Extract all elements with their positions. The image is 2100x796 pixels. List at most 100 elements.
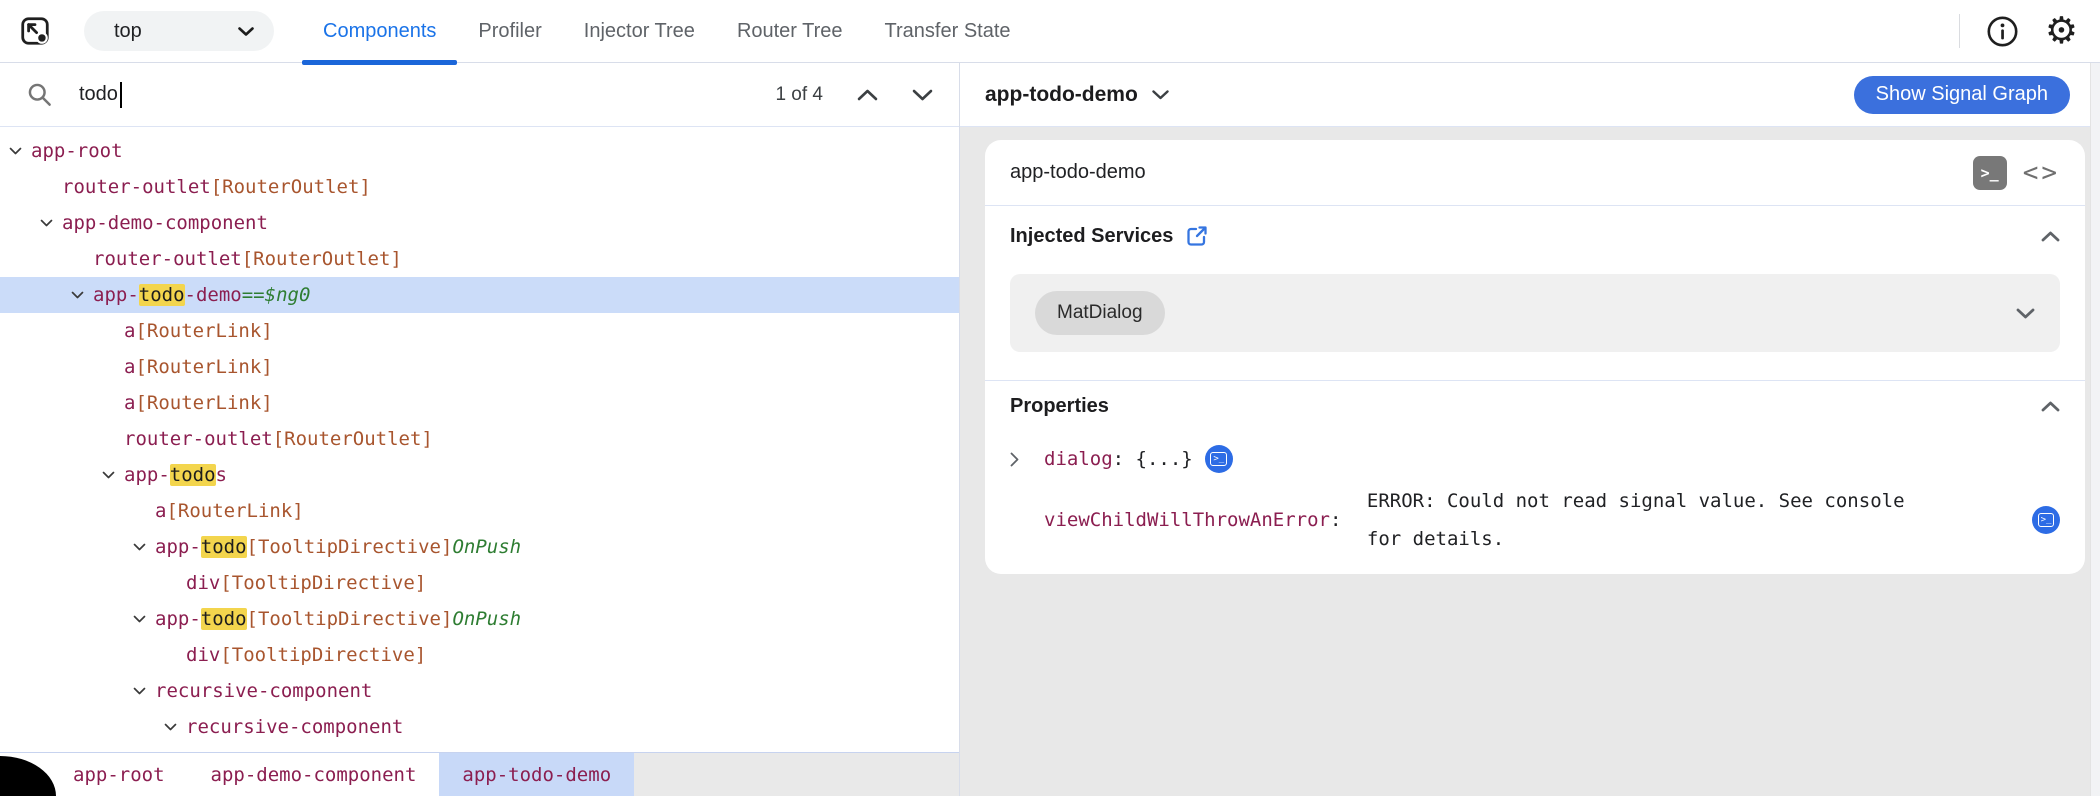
tree-node-label: router-outlet (62, 176, 211, 198)
inspect-icon (21, 17, 49, 45)
tree-node-label: $ng0 (264, 284, 311, 306)
property-colon: : (1329, 509, 1353, 531)
tree-node-label: s (215, 464, 227, 486)
breadcrumb-item[interactable]: app-demo-component (188, 753, 440, 796)
frame-selector-dropdown[interactable]: top (84, 11, 274, 51)
chevron-down-icon[interactable] (133, 543, 146, 551)
settings-button[interactable]: ⚙ (2045, 12, 2078, 49)
injected-services-heading: Injected Services (1010, 224, 1174, 247)
tree-toggle[interactable] (133, 687, 155, 695)
previous-result-button[interactable] (857, 89, 878, 101)
collapse-properties-button[interactable] (2041, 401, 2060, 412)
expand-service-button[interactable] (2016, 308, 2035, 319)
chevron-down-icon[interactable] (133, 615, 146, 623)
card-header-icons: >_ <> (1972, 155, 2060, 190)
tab-router-tree[interactable]: Router Tree (716, 0, 864, 62)
chevron-down-icon[interactable] (9, 147, 22, 155)
tree-row[interactable]: a [RouterLink] (0, 493, 959, 529)
chevron-down-icon (238, 26, 254, 36)
tree-toggle[interactable] (9, 147, 31, 155)
tab-transfer-state[interactable]: Transfer State (864, 0, 1032, 62)
text-caret (119, 81, 122, 108)
chevron-up-icon (857, 89, 878, 100)
log-to-console-button[interactable]: >_ (1972, 155, 2007, 190)
tree-row[interactable]: recursive-component (0, 673, 959, 709)
log-property-button[interactable]: >_ (2032, 506, 2060, 534)
tree-node-label: OnPush (452, 536, 522, 558)
inspect-element-button[interactable] (18, 14, 52, 48)
tree-node-label: todo (200, 536, 247, 558)
tree-node-label: router-outlet (124, 428, 273, 450)
search-input[interactable]: todo (79, 81, 122, 108)
tree-row[interactable]: a [RouterLink] (0, 313, 959, 349)
details-content: app-todo-demo >_ <> Injected Services Ma… (960, 127, 2100, 796)
property-colon: : (1112, 448, 1136, 470)
divider (1958, 14, 1960, 48)
tab-profiler[interactable]: Profiler (457, 0, 562, 62)
tree-row[interactable]: a [RouterLink] (0, 349, 959, 385)
search-result-count: 1 of 4 (775, 83, 823, 105)
chevron-down-icon[interactable] (40, 219, 53, 227)
next-result-button[interactable] (912, 89, 933, 101)
tree-node-label: a (124, 320, 136, 342)
tree-row[interactable]: recursive-component (0, 745, 959, 752)
tree-row[interactable]: recursive-component (0, 709, 959, 745)
tree-toggle[interactable] (40, 219, 62, 227)
tree-node-label: recursive-component (186, 716, 404, 738)
tree-row[interactable]: div [TooltipDirective] (0, 565, 959, 601)
selected-component-name: app-todo-demo (985, 82, 1138, 106)
log-property-button[interactable]: >_ (1204, 445, 1233, 473)
breadcrumb-item[interactable]: app-root (50, 753, 188, 796)
frame-selector-value: top (114, 19, 142, 42)
properties-heading: Properties (1010, 395, 1109, 417)
tree-row[interactable]: router-outlet [RouterOutlet] (0, 421, 959, 457)
selected-component-dropdown[interactable]: app-todo-demo (985, 83, 1169, 107)
property-name: dialog (1044, 448, 1113, 470)
scrollbar[interactable] (2090, 63, 2100, 796)
service-chip[interactable]: MatDialog (1035, 291, 1165, 335)
tree-toggle[interactable] (164, 723, 186, 731)
tree-node-label: app- (155, 608, 201, 630)
tree-node-label: [TooltipDirective] (246, 608, 453, 630)
tree-node-label: div (186, 572, 221, 594)
tree-node-label: OnPush (452, 608, 522, 630)
properties-heading-row: Properties (985, 380, 2085, 432)
tree-row[interactable]: app-todo [TooltipDirective] OnPush (0, 529, 959, 565)
tree-search-bar: todo 1 of 4 (0, 63, 959, 127)
tree-row[interactable]: router-outlet [RouterOutlet] (0, 241, 959, 277)
tree-node-label: app-demo-component (62, 212, 268, 234)
tree-row[interactable]: router-outlet [RouterOutlet] (0, 169, 959, 205)
tree-row[interactable]: app-demo-component (0, 205, 959, 241)
chevron-down-icon[interactable] (164, 723, 177, 731)
chevron-down-icon[interactable] (133, 687, 146, 695)
tree-node-label: a (124, 356, 136, 378)
tree-row[interactable]: app-todo s (0, 457, 959, 493)
tab-components[interactable]: Components (302, 0, 458, 65)
tree-row[interactable]: app-todo [TooltipDirective] OnPush (0, 601, 959, 637)
tree-row[interactable]: app-root (0, 133, 959, 169)
tree-toggle[interactable] (133, 543, 155, 551)
info-button[interactable] (1986, 15, 2019, 48)
external-link-icon[interactable] (1185, 224, 1209, 248)
expand-property-button[interactable] (1010, 452, 1044, 467)
tree-row[interactable]: div [TooltipDirective] (0, 637, 959, 673)
tree-toggle[interactable] (102, 471, 124, 479)
chevron-down-icon[interactable] (102, 471, 115, 479)
tree-toggle[interactable] (71, 291, 93, 299)
view-source-button[interactable]: <> (2023, 158, 2060, 188)
tree-toggle[interactable] (133, 615, 155, 623)
show-signal-graph-button[interactable]: Show Signal Graph (1853, 75, 2070, 114)
collapse-services-button[interactable] (2041, 231, 2060, 242)
tree-row[interactable]: a [RouterLink] (0, 385, 959, 421)
tree-node-label: [RouterLink] (135, 392, 273, 414)
details-header: app-todo-demo Show Signal Graph (960, 63, 2100, 127)
chevron-down-icon[interactable] (71, 291, 84, 299)
breadcrumb-item[interactable]: app-todo-demo (439, 753, 635, 796)
tree-node-label: [TooltipDirective] (220, 572, 427, 594)
chevron-down-icon (1152, 89, 1169, 99)
tree-row[interactable]: app-todo -demo == $ng0 (0, 277, 959, 313)
tree-node-label: router-outlet (93, 248, 242, 270)
tab-injector-tree[interactable]: Injector Tree (563, 0, 716, 62)
chevron-right-icon (1010, 452, 1019, 466)
tree-node-label: [RouterLink] (166, 500, 304, 522)
